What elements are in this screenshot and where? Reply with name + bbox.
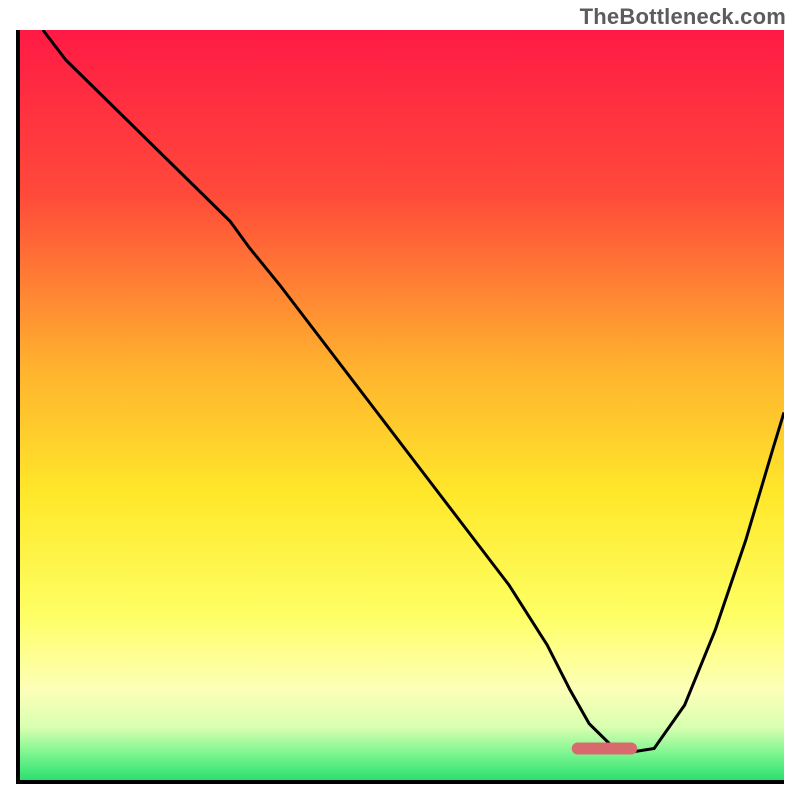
watermark-text: TheBottleneck.com	[580, 4, 786, 30]
plot-frame	[16, 30, 784, 784]
chart-background	[20, 30, 784, 780]
chart-container: TheBottleneck.com	[0, 0, 800, 800]
chart-svg	[20, 30, 784, 780]
plot-inner	[20, 30, 784, 780]
